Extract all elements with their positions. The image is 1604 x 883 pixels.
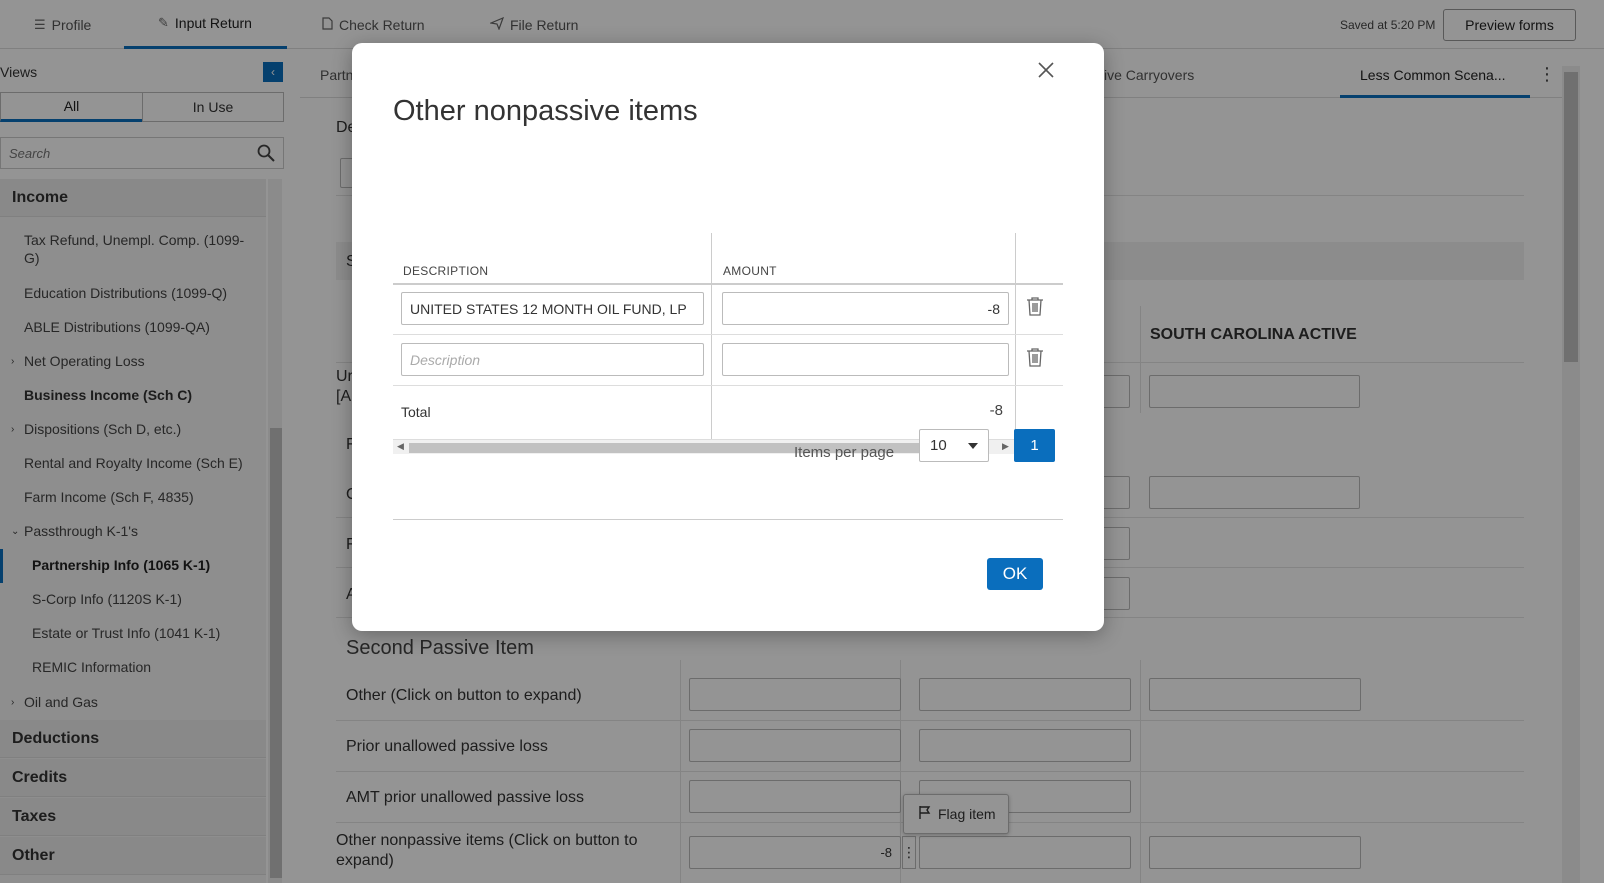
ok-button[interactable]: OK [987,558,1043,590]
cell-divider [711,288,712,398]
delete-row-button[interactable] [1025,347,1045,369]
items-per-page-select[interactable]: 10 [919,429,989,462]
modal-title: Other nonpassive items [393,95,698,127]
amount-input-1[interactable] [722,292,1009,325]
modal-divider [393,519,1063,520]
trash-icon [1026,297,1044,319]
arrow-left-icon[interactable]: ◀ [397,441,404,452]
trash-icon [1026,348,1044,370]
items-per-page-value: 10 [930,437,947,454]
other-nonpassive-modal: Other nonpassive items DESCRIPTION AMOUN… [352,43,1104,631]
page-1-button[interactable]: 1 [1014,429,1055,462]
header-divider [393,283,1063,285]
arrow-right-icon[interactable]: ▶ [1002,441,1009,452]
items-per-page-label: Items per page [794,444,895,461]
description-input-1[interactable] [401,292,704,325]
description-input-2[interactable] [401,343,704,376]
close-button[interactable] [1034,59,1058,83]
delete-row-button[interactable] [1025,296,1045,318]
column-divider [1015,233,1016,454]
row-divider [393,334,1063,335]
total-value: -8 [989,402,1003,419]
column-header-amount: AMOUNT [723,264,777,278]
amount-input-2[interactable] [722,343,1009,376]
column-header-description: DESCRIPTION [403,264,489,278]
row-divider [393,385,1063,386]
caret-down-icon [968,443,978,449]
scroll-thumb[interactable] [409,443,989,453]
close-icon [1037,61,1055,82]
total-label: Total [401,404,431,420]
